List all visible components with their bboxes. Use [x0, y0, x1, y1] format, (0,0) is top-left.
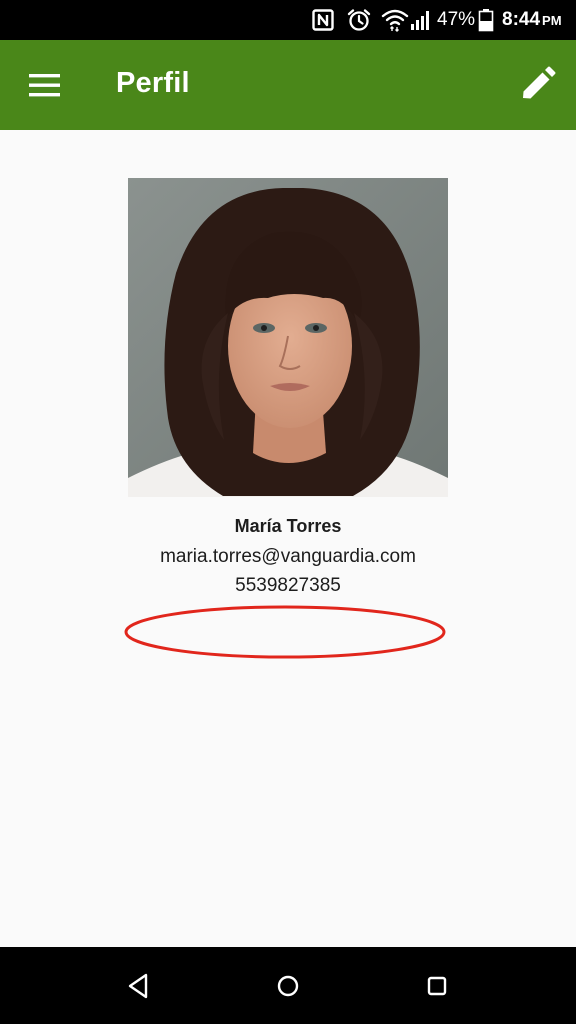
navigation-bar — [0, 947, 576, 1024]
cellular-signal-icon — [411, 11, 429, 30]
clock: 8:44 PM — [502, 9, 562, 31]
alarm-icon — [347, 9, 371, 31]
battery-percent: 47% — [437, 9, 476, 30]
recents-icon — [427, 976, 447, 996]
profile-name: María Torres — [234, 516, 342, 536]
profile-email: maria.torres@vanguardia.com — [160, 546, 416, 567]
back-button[interactable] — [122, 969, 156, 1003]
page-title: Perfil — [116, 67, 190, 99]
app-bar: Perfil — [0, 40, 576, 130]
status-bar: 47% 8:44 PM — [0, 0, 576, 40]
battery-icon — [478, 9, 494, 32]
home-button[interactable] — [271, 969, 305, 1003]
profile-phone: 5539827385 — [235, 575, 341, 596]
nfc-icon — [312, 9, 334, 31]
edit-profile-button[interactable] — [514, 62, 560, 108]
annotation-ellipse — [124, 605, 446, 659]
wifi-icon — [381, 9, 409, 32]
profile-photo — [128, 178, 448, 497]
clock-time: 8:44 — [502, 9, 541, 30]
recents-button[interactable] — [420, 969, 454, 1003]
pencil-icon — [523, 66, 556, 99]
back-icon — [128, 973, 148, 999]
home-icon — [277, 975, 299, 997]
menu-icon — [29, 74, 60, 97]
clock-ampm: PM — [542, 13, 562, 28]
menu-button[interactable] — [20, 64, 68, 106]
